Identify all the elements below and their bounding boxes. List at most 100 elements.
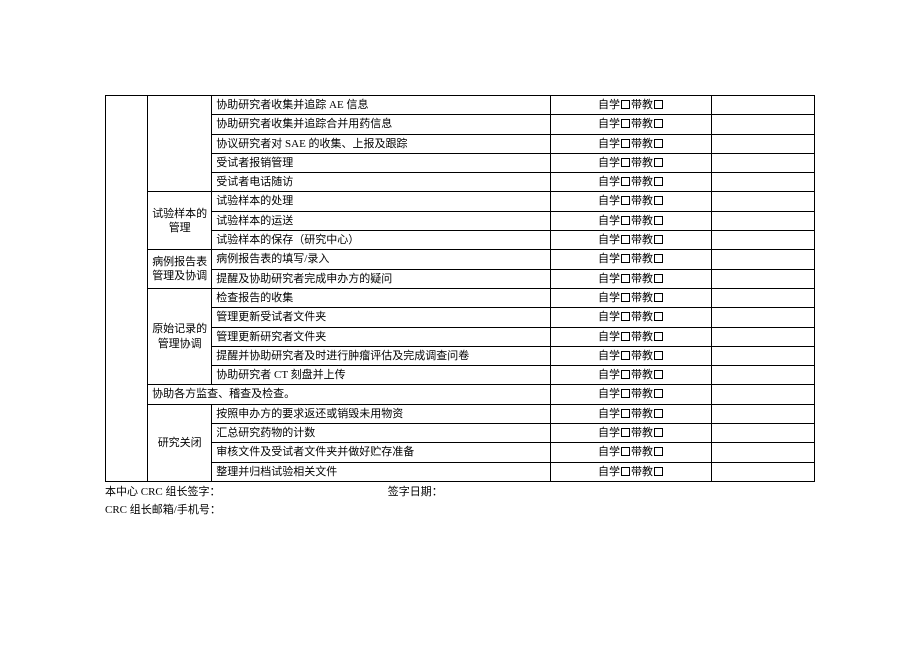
remark-cell bbox=[711, 153, 814, 172]
self-study-checkbox[interactable] bbox=[621, 447, 630, 456]
category-cell bbox=[148, 96, 212, 192]
tutor-checkbox[interactable] bbox=[654, 274, 663, 283]
tutor-label: 带教 bbox=[631, 253, 653, 265]
self-study-checkbox[interactable] bbox=[621, 100, 630, 109]
self-study-label: 自学 bbox=[598, 253, 620, 265]
tutor-checkbox[interactable] bbox=[654, 100, 663, 109]
tutor-checkbox[interactable] bbox=[654, 409, 663, 418]
tutor-label: 带教 bbox=[631, 466, 653, 478]
self-study-label: 自学 bbox=[598, 157, 620, 169]
method-cell: 自学带教 bbox=[551, 250, 711, 269]
remark-cell bbox=[711, 443, 814, 462]
category-cell: 病例报告表管理及协调 bbox=[148, 250, 212, 289]
self-study-checkbox[interactable] bbox=[621, 216, 630, 225]
training-table: 协助研究者收集并追踪 AE 信息自学带教协助研究者收集并追踪合并用药信息自学带教… bbox=[105, 95, 815, 482]
self-study-checkbox[interactable] bbox=[621, 274, 630, 283]
task-cell: 试验样本的保存（研究中心） bbox=[212, 231, 551, 250]
self-study-label: 自学 bbox=[598, 466, 620, 478]
remark-cell bbox=[711, 424, 814, 443]
tutor-checkbox[interactable] bbox=[654, 119, 663, 128]
remark-cell bbox=[711, 96, 814, 115]
self-study-checkbox[interactable] bbox=[621, 428, 630, 437]
self-study-checkbox[interactable] bbox=[621, 254, 630, 263]
method-cell: 自学带教 bbox=[551, 153, 711, 172]
method-cell: 自学带教 bbox=[551, 134, 711, 153]
self-study-label: 自学 bbox=[598, 446, 620, 458]
self-study-label: 自学 bbox=[598, 427, 620, 439]
self-study-checkbox[interactable] bbox=[621, 177, 630, 186]
tutor-checkbox[interactable] bbox=[654, 293, 663, 302]
tutor-checkbox[interactable] bbox=[654, 428, 663, 437]
task-cell: 协助研究者收集并追踪合并用药信息 bbox=[212, 115, 551, 134]
self-study-checkbox[interactable] bbox=[621, 196, 630, 205]
remark-cell bbox=[711, 134, 814, 153]
tutor-checkbox[interactable] bbox=[654, 235, 663, 244]
tutor-checkbox[interactable] bbox=[654, 254, 663, 263]
self-study-checkbox[interactable] bbox=[621, 158, 630, 167]
method-cell: 自学带教 bbox=[551, 346, 711, 365]
tutor-checkbox[interactable] bbox=[654, 389, 663, 398]
method-cell: 自学带教 bbox=[551, 211, 711, 230]
self-study-checkbox[interactable] bbox=[621, 139, 630, 148]
self-study-checkbox[interactable] bbox=[621, 467, 630, 476]
tutor-checkbox[interactable] bbox=[654, 447, 663, 456]
task-cell: 审核文件及受试者文件夹并做好贮存准备 bbox=[212, 443, 551, 462]
self-study-checkbox[interactable] bbox=[621, 312, 630, 321]
tutor-checkbox[interactable] bbox=[654, 216, 663, 225]
task-cell: 受试者报销管理 bbox=[212, 153, 551, 172]
task-cell: 整理并归档试验相关文件 bbox=[212, 462, 551, 481]
task-cell: 提醒并协助研究者及时进行肿瘤评估及完成调查问卷 bbox=[212, 346, 551, 365]
tutor-checkbox[interactable] bbox=[654, 312, 663, 321]
task-cell: 检查报告的收集 bbox=[212, 288, 551, 307]
task-cell: 管理更新研究者文件夹 bbox=[212, 327, 551, 346]
method-cell: 自学带教 bbox=[551, 173, 711, 192]
tutor-checkbox[interactable] bbox=[654, 196, 663, 205]
self-study-label: 自学 bbox=[598, 273, 620, 285]
category-cell: 试验样本的管理 bbox=[148, 192, 212, 250]
task-cell: 协议研究者对 SAE 的收集、上报及跟踪 bbox=[212, 134, 551, 153]
tutor-label: 带教 bbox=[631, 157, 653, 169]
full-row-text: 协助各方监查、稽查及检查。 bbox=[148, 385, 551, 404]
tutor-checkbox[interactable] bbox=[654, 139, 663, 148]
self-study-label: 自学 bbox=[598, 369, 620, 381]
method-cell: 自学带教 bbox=[551, 424, 711, 443]
tutor-checkbox[interactable] bbox=[654, 351, 663, 360]
task-cell: 协助研究者 CT 刻盘并上传 bbox=[212, 366, 551, 385]
self-study-checkbox[interactable] bbox=[621, 235, 630, 244]
remark-cell bbox=[711, 308, 814, 327]
tutor-label: 带教 bbox=[631, 99, 653, 111]
task-cell: 病例报告表的填写/录入 bbox=[212, 250, 551, 269]
remark-cell bbox=[711, 115, 814, 134]
tutor-checkbox[interactable] bbox=[654, 332, 663, 341]
category-cell: 研究关闭 bbox=[148, 404, 212, 481]
self-study-checkbox[interactable] bbox=[621, 293, 630, 302]
method-cell: 自学带教 bbox=[551, 366, 711, 385]
remark-cell bbox=[711, 327, 814, 346]
task-cell: 按照申办方的要求返还或销毁未用物资 bbox=[212, 404, 551, 423]
self-study-checkbox[interactable] bbox=[621, 389, 630, 398]
method-cell: 自学带教 bbox=[551, 231, 711, 250]
method-cell: 自学带教 bbox=[551, 96, 711, 115]
self-study-checkbox[interactable] bbox=[621, 119, 630, 128]
method-cell: 自学带教 bbox=[551, 115, 711, 134]
tutor-label: 带教 bbox=[631, 369, 653, 381]
method-cell: 自学带教 bbox=[551, 269, 711, 288]
tutor-label: 带教 bbox=[631, 292, 653, 304]
tutor-label: 带教 bbox=[631, 195, 653, 207]
self-study-label: 自学 bbox=[598, 311, 620, 323]
self-study-checkbox[interactable] bbox=[621, 351, 630, 360]
tutor-checkbox[interactable] bbox=[654, 370, 663, 379]
signature-label: 本中心 CRC 组长签字： bbox=[105, 484, 385, 501]
task-cell: 提醒及协助研究者完成申办方的疑问 bbox=[212, 269, 551, 288]
method-cell: 自学带教 bbox=[551, 288, 711, 307]
category-cell: 原始记录的管理协调 bbox=[148, 288, 212, 384]
tutor-checkbox[interactable] bbox=[654, 177, 663, 186]
self-study-checkbox[interactable] bbox=[621, 332, 630, 341]
self-study-checkbox[interactable] bbox=[621, 370, 630, 379]
method-cell: 自学带教 bbox=[551, 327, 711, 346]
method-cell: 自学带教 bbox=[551, 404, 711, 423]
self-study-label: 自学 bbox=[598, 388, 620, 400]
self-study-checkbox[interactable] bbox=[621, 409, 630, 418]
tutor-checkbox[interactable] bbox=[654, 158, 663, 167]
tutor-checkbox[interactable] bbox=[654, 467, 663, 476]
